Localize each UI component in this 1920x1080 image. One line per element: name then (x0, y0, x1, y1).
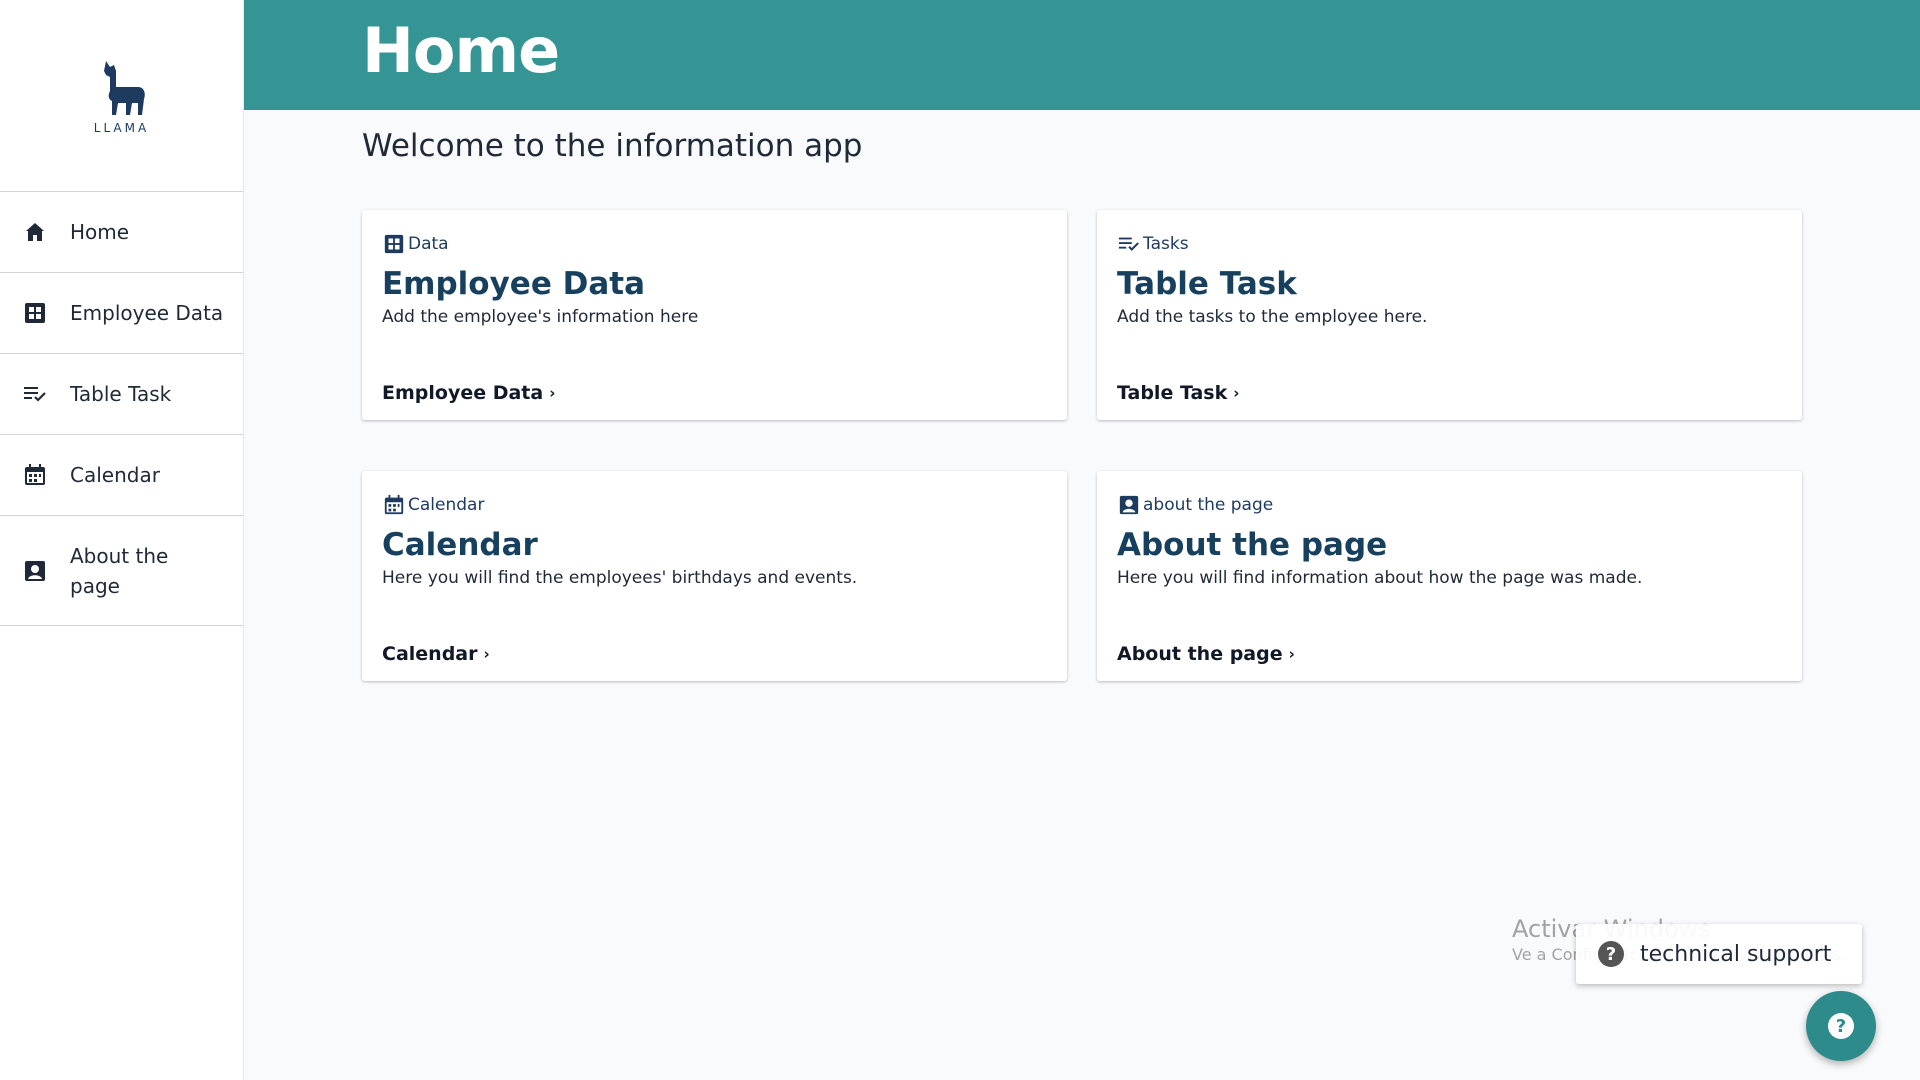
page-header: Home (244, 0, 1920, 110)
calendar-icon (382, 493, 406, 517)
sidebar-item-about[interactable]: About the page (0, 516, 243, 626)
logo: LLAMA (0, 0, 243, 192)
calendar-icon (22, 462, 48, 488)
card-employee-data: Data Employee Data Add the employee's in… (362, 210, 1067, 420)
card-link-label: Employee Data (382, 382, 544, 404)
welcome-heading: Welcome to the information app (362, 128, 863, 164)
card-about: about the page About the page Here you w… (1097, 471, 1802, 681)
card-category-label: Calendar (408, 495, 485, 515)
about-link[interactable]: About the page › (1117, 643, 1295, 665)
card-title: Calendar (382, 527, 538, 563)
sidebar-item-employee-data[interactable]: Employee Data (0, 273, 243, 354)
table-task-link[interactable]: Table Task › (1117, 382, 1239, 404)
calendar-link[interactable]: Calendar › (382, 643, 490, 665)
sidebar-item-label: Employee Data (70, 301, 224, 325)
chevron-right-icon: › (1288, 645, 1295, 663)
help-icon: ? (1828, 1013, 1854, 1039)
card-description: Here you will find the employees' birthd… (382, 568, 858, 588)
sidebar-item-label: Table Task (70, 382, 172, 406)
card-table-task: Tasks Table Task Add the tasks to the em… (1097, 210, 1802, 420)
checklist-icon (22, 381, 48, 407)
card-calendar: Calendar Calendar Here you will find the… (362, 471, 1067, 681)
home-icon (22, 219, 48, 245)
sidebar-item-calendar[interactable]: Calendar (0, 435, 243, 516)
sidebar-item-table-task[interactable]: Table Task (0, 354, 243, 435)
card-link-label: About the page (1117, 643, 1283, 665)
sidebar-item-label: About the page (70, 543, 169, 598)
page-title: Home (362, 14, 560, 87)
technical-support-popup[interactable]: ? technical support (1576, 924, 1862, 984)
logo-text: LLAMA (93, 120, 150, 135)
technical-support-label: technical support (1640, 941, 1832, 967)
card-category: Tasks (1117, 232, 1189, 256)
card-category-label: about the page (1143, 495, 1274, 515)
card-category: about the page (1117, 493, 1273, 517)
checklist-icon (1117, 232, 1141, 256)
employee-data-link[interactable]: Employee Data › (382, 382, 555, 404)
card-category-label: Tasks (1143, 234, 1189, 254)
card-description: Add the employee's information here (382, 307, 699, 327)
sidebar-item-label: Home (70, 220, 130, 244)
card-link-label: Table Task (1117, 382, 1228, 404)
card-title: Employee Data (382, 266, 646, 302)
grid-icon (22, 300, 48, 326)
card-title: Table Task (1117, 266, 1297, 302)
contact-card-icon (1117, 493, 1141, 517)
card-title: About the page (1117, 527, 1388, 563)
card-link-label: Calendar (382, 643, 478, 665)
sidebar-item-home[interactable]: Home (0, 192, 243, 273)
card-category: Calendar (382, 493, 484, 517)
sidebar: LLAMA Home Employee Data Table Task Cale… (0, 0, 244, 1080)
help-icon: ? (1598, 941, 1624, 967)
card-category: Data (382, 232, 449, 256)
sidebar-item-label: Calendar (70, 463, 160, 487)
contact-card-icon (22, 558, 48, 584)
chevron-right-icon: › (1233, 384, 1240, 402)
card-description: Add the tasks to the employee here. (1117, 307, 1428, 327)
grid-icon (382, 232, 406, 256)
chevron-right-icon: › (549, 384, 556, 402)
card-description: Here you will find information about how… (1117, 568, 1643, 588)
chevron-right-icon: › (483, 645, 490, 663)
card-category-label: Data (408, 234, 449, 254)
llama-logo-icon (103, 60, 145, 115)
help-fab-button[interactable]: ? (1806, 991, 1876, 1061)
